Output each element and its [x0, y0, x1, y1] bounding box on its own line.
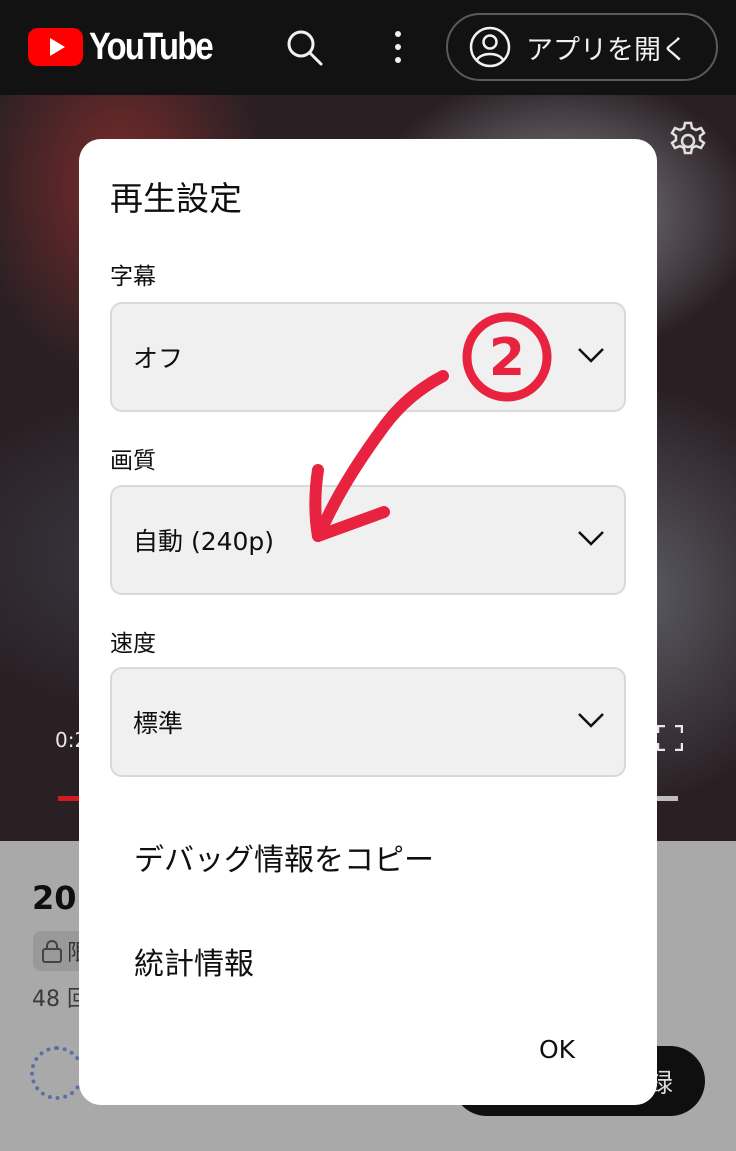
speed-value: 標準 [133, 709, 184, 738]
quality-value: 自動 (240p) [133, 527, 275, 556]
speed-label: 速度 [110, 631, 156, 657]
quality-label: 画質 [110, 448, 156, 474]
captions-select[interactable]: オフ [110, 302, 626, 412]
open-app-label: アプリを開く [526, 34, 688, 66]
more-vertical-icon[interactable] [383, 28, 413, 66]
search-icon[interactable] [284, 27, 324, 67]
chevron-down-icon [578, 348, 604, 363]
chevron-down-icon [578, 713, 604, 728]
stats-for-nerds-item[interactable]: 統計情報 [134, 939, 254, 983]
dialog-title: 再生設定 [110, 179, 242, 218]
settings-gear-icon[interactable] [667, 120, 709, 162]
youtube-logo-text: YouTube [89, 25, 214, 68]
top-app-bar: YouTube アプリを開く [0, 0, 736, 95]
fullscreen-icon[interactable] [657, 725, 683, 751]
open-app-button[interactable]: アプリを開く [446, 13, 718, 81]
youtube-play-icon [28, 28, 83, 66]
ok-button[interactable]: OK [539, 1035, 575, 1064]
playback-settings-dialog: 再生設定 字幕 オフ 画質 自動 (240p) 速度 標準 デバッグ情報をコピー… [79, 139, 657, 1105]
speed-select[interactable]: 標準 [110, 667, 626, 777]
chevron-down-icon [578, 531, 604, 546]
account-icon [469, 26, 511, 68]
lock-icon [42, 940, 62, 963]
quality-select[interactable]: 自動 (240p) [110, 485, 626, 595]
captions-value: オフ [133, 344, 184, 373]
youtube-logo[interactable]: YouTube [28, 25, 232, 68]
captions-label: 字幕 [110, 264, 156, 290]
copy-debug-info-item[interactable]: デバッグ情報をコピー [134, 835, 434, 879]
channel-avatar[interactable] [30, 1046, 84, 1100]
